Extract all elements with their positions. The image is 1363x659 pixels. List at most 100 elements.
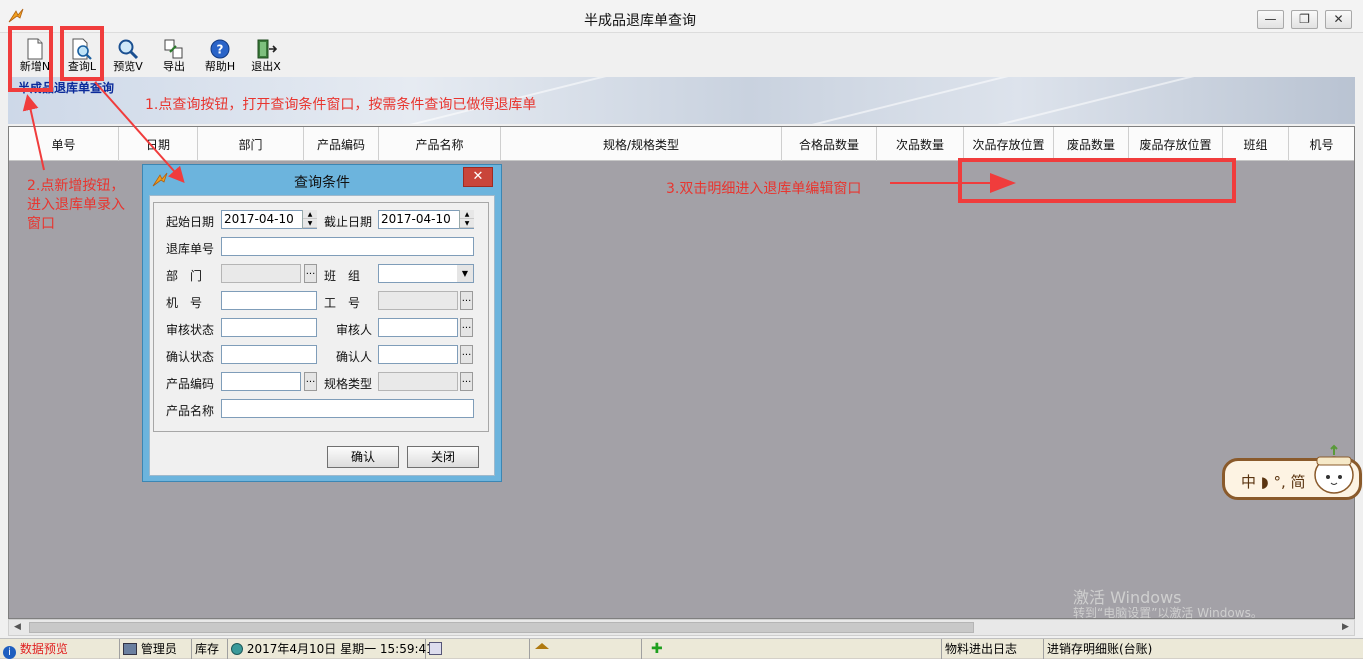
status-user: 管理员 <box>120 639 192 659</box>
status-ledger[interactable]: 进销存明细账(台账) <box>1044 639 1354 659</box>
col-header-defect-qty[interactable]: 次品数量 <box>877 127 964 161</box>
minimize-button[interactable]: — <box>1257 10 1284 29</box>
product-code-input[interactable] <box>221 372 301 391</box>
col-header-scrap-location[interactable]: 废品存放位置 <box>1129 127 1223 161</box>
spec-type-lookup-button[interactable]: ... <box>460 372 473 391</box>
col-header-good-qty[interactable]: 合格品数量 <box>782 127 877 161</box>
auditor-label: 审核人 <box>336 323 373 337</box>
team-label: 班 组 <box>324 269 361 283</box>
scroll-left-arrow-icon[interactable]: ◀ <box>9 620 26 635</box>
spin-down-icon[interactable]: ▼ <box>460 219 474 228</box>
dept-input[interactable] <box>221 264 301 283</box>
horizontal-scrollbar[interactable]: ◀ ▶ <box>8 619 1355 636</box>
exit-button[interactable]: 退出X <box>245 36 287 76</box>
status-home-slot[interactable] <box>530 639 642 659</box>
chevron-down-icon[interactable]: ▼ <box>457 265 473 282</box>
col-header-product-name[interactable]: 产品名称 <box>379 127 501 161</box>
audit-status-label: 审核状态 <box>166 323 215 337</box>
spin-down-icon[interactable]: ▼ <box>303 219 317 228</box>
magnifier-icon <box>118 39 139 60</box>
help-icon: ? <box>210 39 230 59</box>
preview-label: 预览V <box>113 60 143 73</box>
auditor-lookup-button[interactable]: ... <box>460 318 473 337</box>
confirmer-input[interactable] <box>378 345 458 364</box>
worker-lookup-button[interactable]: ... <box>460 291 473 310</box>
exit-label: 退出X <box>251 60 281 73</box>
dialog-title-bar: 查询条件 ✕ <box>143 165 501 195</box>
status-log-text: 物料进出日志 <box>945 642 1018 656</box>
plus-icon: ✚ <box>651 641 663 657</box>
scroll-right-arrow-icon[interactable]: ▶ <box>1337 620 1354 635</box>
query-dialog: 查询条件 ✕ 起始日期 2017-04-10 ▲ ▼ 截止日期 2017-04-1… <box>142 164 502 482</box>
dialog-close-icon[interactable]: ✕ <box>463 167 493 187</box>
audit-status-input[interactable] <box>221 318 317 337</box>
annotation-add-line3: 窗口 <box>27 216 55 232</box>
exit-door-icon <box>257 39 277 59</box>
status-module: 库存 <box>192 639 228 659</box>
return-no-input[interactable] <box>221 237 474 256</box>
end-date-spinner[interactable]: ▲ ▼ <box>459 210 474 229</box>
spin-up-icon[interactable]: ▲ <box>303 210 317 219</box>
help-label: 帮助H <box>204 60 236 73</box>
col-header-scrap-qty[interactable]: 废品数量 <box>1054 127 1129 161</box>
product-code-label: 产品编码 <box>166 377 215 391</box>
title-bar: 半成品退库单查询 — ❐ ✕ <box>0 0 1363 33</box>
computer-icon <box>123 643 137 655</box>
machine-input[interactable] <box>221 291 317 310</box>
clock-icon <box>231 643 243 655</box>
col-header-team[interactable]: 班组 <box>1223 127 1289 161</box>
status-bar: i 数据预览 管理员 库存 2017年4月10日 星期一 15:59:41 ✚ … <box>0 638 1363 659</box>
dept-lookup-button[interactable]: ... <box>304 264 317 283</box>
status-log[interactable]: 物料进出日志 <box>942 639 1044 659</box>
col-header-return-no[interactable]: 单号 <box>9 127 119 161</box>
col-header-date[interactable]: 日期 <box>119 127 198 161</box>
col-header-spec[interactable]: 规格/规格类型 <box>501 127 782 161</box>
status-datetime: 2017年4月10日 星期一 15:59:41 <box>228 639 434 659</box>
product-name-label: 产品名称 <box>166 404 215 418</box>
highlight-add-button <box>8 26 53 92</box>
confirm-status-label: 确认状态 <box>166 350 215 364</box>
confirm-status-input[interactable] <box>221 345 317 364</box>
spin-up-icon[interactable]: ▲ <box>460 210 474 219</box>
start-date-label: 起始日期 <box>166 215 215 229</box>
confirm-button[interactable]: 确认 <box>327 446 399 468</box>
worker-input[interactable] <box>378 291 458 310</box>
start-date-spinner[interactable]: ▲ ▼ <box>302 210 317 229</box>
grid-header: 单号 日期 部门 产品编码 产品名称 规格/规格类型 合格品数量 次品数量 次品… <box>9 127 1354 161</box>
col-header-dept[interactable]: 部门 <box>198 127 304 161</box>
status-datetime-text: 2017年4月10日 星期一 15:59:41 <box>246 642 434 656</box>
col-header-machine[interactable]: 机号 <box>1289 127 1354 161</box>
status-edit-slot[interactable] <box>426 639 530 659</box>
product-code-lookup-button[interactable]: ... <box>304 372 317 391</box>
status-preview-text: 数据预览 <box>19 642 68 656</box>
edit-document-icon <box>429 642 442 655</box>
annotation-add-line2: 进入退库单录入 <box>27 197 125 213</box>
status-ledger-text: 进销存明细账(台账) <box>1047 642 1153 656</box>
status-add-slot[interactable]: ✚ <box>642 639 942 659</box>
dialog-close-button[interactable]: 关闭 <box>407 446 479 468</box>
ime-status-widget[interactable]: 中 ◗ °, 简 <box>1222 444 1362 500</box>
col-header-product-code[interactable]: 产品编码 <box>304 127 379 161</box>
annotation-edit: 3.双击明细进入退库单编辑窗口 <box>666 181 862 197</box>
annotation-add-line1: 2.点新增按钮， <box>27 178 125 194</box>
spec-type-input[interactable] <box>378 372 458 391</box>
product-name-input[interactable] <box>221 399 474 418</box>
export-label: 导出 <box>163 60 185 73</box>
export-button[interactable]: 导出 <box>153 36 195 76</box>
close-window-button[interactable]: ✕ <box>1325 10 1352 29</box>
help-button[interactable]: ? 帮助H <box>199 36 241 76</box>
restore-button[interactable]: ❐ <box>1291 10 1318 29</box>
svg-text:?: ? <box>217 43 224 57</box>
ime-indicator: 中 ◗ °, 简 <box>1241 473 1306 491</box>
home-icon <box>535 643 549 649</box>
preview-button[interactable]: 预览V <box>107 36 149 76</box>
auditor-input[interactable] <box>378 318 458 337</box>
main-window: 半成品退库单查询 — ❐ ✕ 新增N 查询L 预览V 导出 ? 帮助H 退出X … <box>0 0 1363 659</box>
confirmer-lookup-button[interactable]: ... <box>460 345 473 364</box>
team-select[interactable]: ▼ <box>378 264 474 283</box>
col-header-defect-location[interactable]: 次品存放位置 <box>964 127 1054 161</box>
status-preview[interactable]: i 数据预览 <box>0 639 120 659</box>
status-user-text: 管理员 <box>140 642 177 656</box>
dialog-body: 起始日期 2017-04-10 ▲ ▼ 截止日期 2017-04-10 ▲ ▼ 退库… <box>149 195 495 476</box>
scroll-thumb[interactable] <box>29 622 974 633</box>
